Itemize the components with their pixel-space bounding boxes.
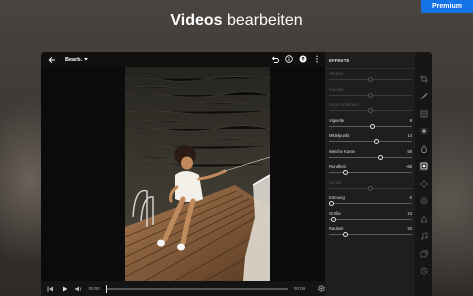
slider-label: Rundheit: [329, 164, 346, 169]
timeline-scrubber[interactable]: [105, 284, 288, 293]
slider-row[interactable]: Körnung 6: [325, 193, 415, 209]
crop-icon[interactable]: [419, 74, 428, 83]
preview-canvas: [41, 67, 325, 281]
slider-value: 10: [407, 210, 412, 216]
share-icon[interactable]: [298, 54, 307, 64]
premium-badge[interactable]: Premium: [421, 0, 473, 13]
more-options-icon[interactable]: [312, 54, 321, 64]
top-toolbar-actions: [270, 54, 321, 64]
back-arrow-icon[interactable]: [47, 55, 57, 65]
undo-icon[interactable]: [270, 54, 279, 64]
edit-mode-dropdown[interactable]: Bearb.: [65, 56, 89, 63]
optics-icon[interactable]: [419, 197, 428, 206]
headline-bold: Videos: [170, 12, 223, 29]
headline-rest: bearbeiten: [222, 12, 303, 29]
history-icon[interactable]: [419, 267, 428, 276]
slider-list: Struktur Klarheit Dunst entfernen Vignette 8…: [325, 69, 415, 240]
slider-row[interactable]: Mittelpunkt 14: [325, 131, 415, 147]
slider-value: 6: [409, 195, 412, 200]
slider-track[interactable]: [329, 218, 412, 220]
volume-icon[interactable]: [75, 285, 83, 293]
slider-row[interactable]: Weiche Kante 58: [325, 147, 415, 163]
tool-strip: [415, 52, 432, 296]
slider-knob[interactable]: [377, 154, 383, 160]
gear-icon[interactable]: [317, 285, 325, 293]
slider-row[interactable]: Rauheit 20: [325, 224, 415, 240]
slider-label: Rauheit: [329, 226, 344, 231]
slider-knob: [368, 108, 373, 113]
audio-icon[interactable]: [419, 232, 428, 241]
slider-label: Körnung: [329, 195, 345, 200]
slider-row[interactable]: Größe 10: [325, 209, 415, 225]
current-time: 00:00: [88, 286, 100, 291]
chevron-down-icon: [84, 58, 89, 61]
slider-value: 20: [407, 226, 412, 231]
slider-track[interactable]: [329, 141, 412, 142]
slider-knob[interactable]: [328, 201, 334, 206]
info-icon[interactable]: [284, 54, 293, 64]
light-icon[interactable]: [419, 127, 428, 136]
slider-track[interactable]: [329, 234, 412, 235]
slider-knob: [368, 92, 373, 98]
slider-row[interactable]: Vignette 8: [325, 116, 415, 132]
slider-label: Weiche Kante: [329, 148, 355, 154]
brush-icon[interactable]: [419, 92, 428, 101]
effects-icon[interactable]: [419, 161, 428, 171]
slider-row: Lichter: [325, 178, 415, 194]
slider-row: Struktur: [325, 69, 415, 85]
slider-row: Dunst entfernen: [325, 100, 415, 116]
slider-track[interactable]: [329, 203, 412, 204]
slider-knob[interactable]: [330, 216, 336, 222]
slider-label: Lichter: [329, 179, 342, 185]
slider-track[interactable]: [329, 156, 412, 158]
app-window: Bearb. 00:00 00:09 EFFEKTE Struktur Klar…: [41, 52, 432, 296]
geometry-icon[interactable]: [419, 214, 428, 223]
slider-row: Klarheit: [325, 85, 415, 101]
slider-knob[interactable]: [373, 139, 379, 144]
slider-label: Klarheit: [329, 86, 344, 92]
slider-knob[interactable]: [343, 232, 349, 237]
versions-icon[interactable]: [419, 249, 428, 258]
slider-knob[interactable]: [343, 170, 349, 175]
slider-label: Mittelpunkt: [329, 133, 350, 138]
page-headline: Videos bearbeiten: [0, 12, 473, 30]
slider-label: Vignette: [329, 117, 345, 123]
playback-bar: 00:00 00:09: [41, 281, 325, 296]
detail-icon[interactable]: [419, 179, 428, 188]
top-toolbar: Bearb.: [41, 52, 325, 67]
slider-knob: [368, 77, 373, 82]
slider-row[interactable]: Rundheit -66: [325, 162, 415, 178]
effects-panel: EFFEKTE Struktur Klarheit Dunst entfernen V…: [325, 52, 415, 296]
slider-knob[interactable]: [370, 123, 376, 129]
video-preview-image[interactable]: [125, 67, 270, 281]
slider-value: 14: [407, 133, 412, 138]
slider-value: 8: [409, 117, 412, 123]
edit-mode-label: Bearb.: [65, 56, 83, 63]
color-icon[interactable]: [419, 144, 428, 153]
slider-label: Dunst entfernen: [329, 102, 359, 107]
slider-label: Struktur: [329, 71, 344, 76]
slider-knob: [368, 185, 373, 191]
slider-value: 58: [407, 148, 412, 154]
slider-value: -66: [405, 164, 412, 169]
slider-track[interactable]: [329, 172, 412, 173]
slider-label: Größe: [329, 210, 341, 216]
end-time: 00:09: [293, 286, 306, 291]
presets-icon[interactable]: [419, 109, 428, 118]
panel-title: EFFEKTE: [325, 52, 415, 69]
skip-back-icon[interactable]: [47, 285, 55, 293]
play-icon[interactable]: [61, 285, 69, 293]
playhead[interactable]: [105, 284, 107, 293]
